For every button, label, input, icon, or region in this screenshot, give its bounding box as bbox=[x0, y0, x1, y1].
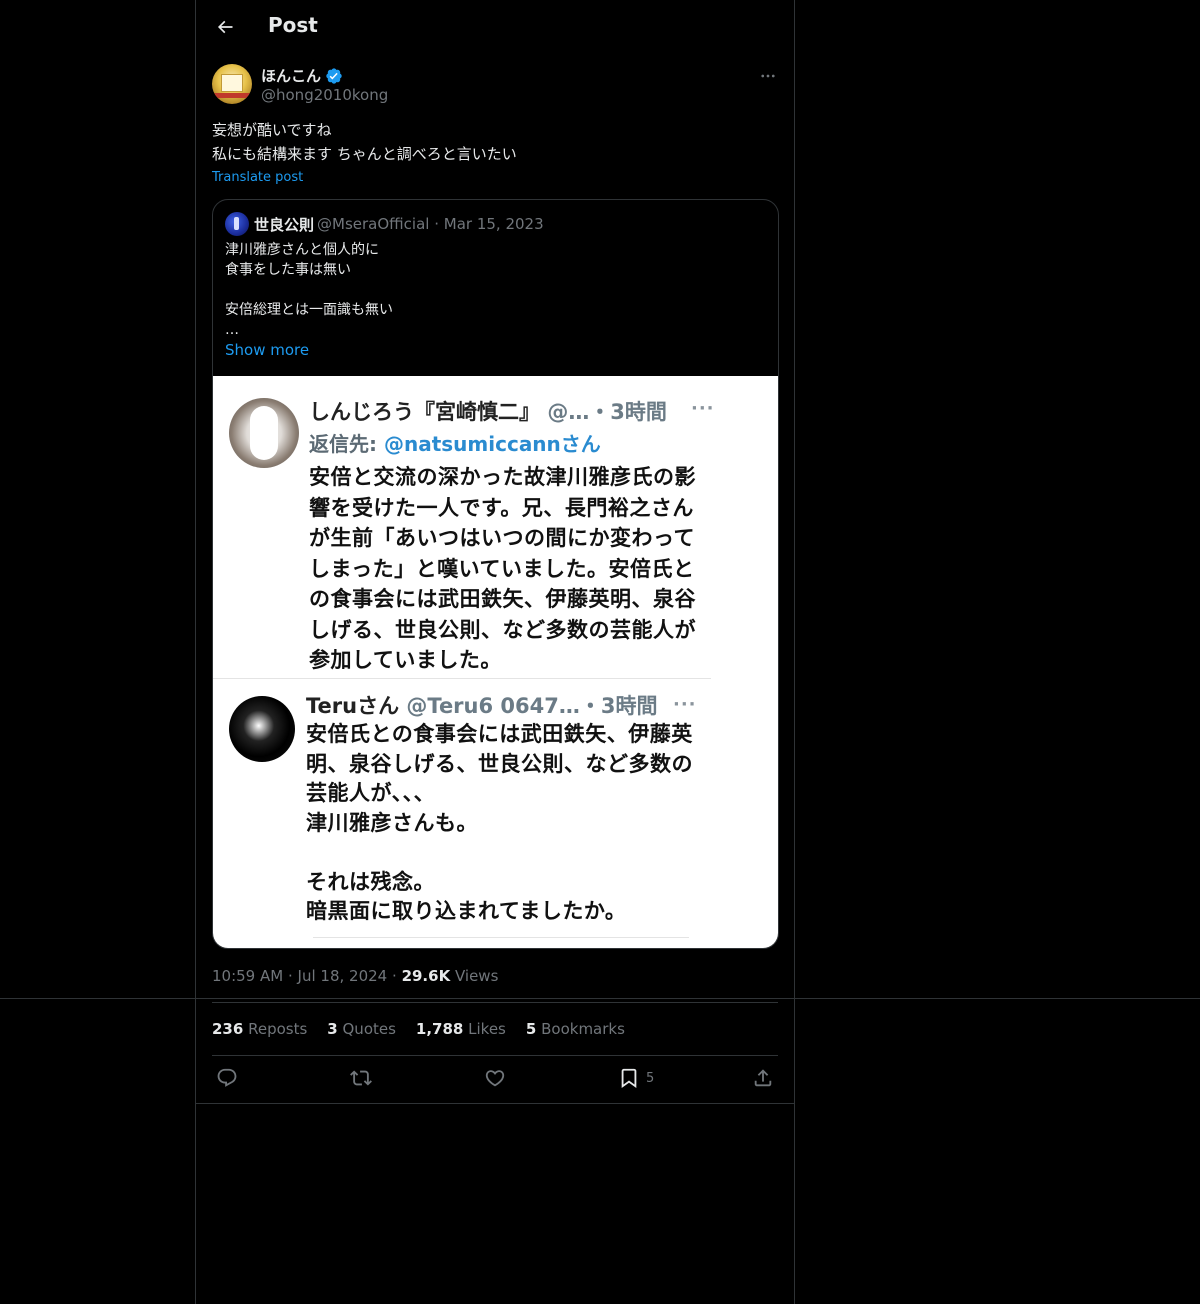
post-time[interactable]: 10:59 AM bbox=[212, 967, 283, 985]
divider bbox=[212, 1055, 778, 1056]
reposts-stat[interactable]: 236 Reposts bbox=[212, 1020, 307, 1038]
screenshot-divider bbox=[313, 937, 689, 938]
repost-icon bbox=[350, 1070, 372, 1086]
more-options-button[interactable] bbox=[756, 64, 780, 88]
page-title: Post bbox=[268, 13, 318, 37]
author-name-row[interactable]: ほんこん bbox=[261, 65, 343, 86]
bookmarks-count: 5 bbox=[525, 1020, 537, 1038]
quoted-post[interactable]: 世良公則 @MseraOfficial · Mar 15, 2023 津川雅彦さ… bbox=[212, 199, 779, 949]
repost-button[interactable] bbox=[350, 1067, 372, 1089]
divider bbox=[212, 1002, 778, 1003]
quoted-author-name: 世良公則 bbox=[254, 216, 315, 234]
verified-badge-icon bbox=[326, 67, 342, 84]
screenshot-tweet1-body: 安倍と交流の深かった故津川雅彦氏の影 響を受けた一人です。兄、長門裕之さん が生… bbox=[309, 465, 696, 672]
screenshot-tweet2-handle-time: @Teru6 0647…・3時間 bbox=[406, 694, 658, 718]
meta-separator: · bbox=[287, 967, 293, 985]
screenshot-reply-suffix: さん bbox=[560, 432, 601, 456]
quotes-label: Quotes bbox=[342, 1020, 396, 1038]
bookmarks-stat[interactable]: 5 Bookmarks bbox=[526, 1020, 625, 1038]
screenshot-reply-mention: @natsumiccann bbox=[383, 432, 561, 456]
show-more-link[interactable]: Show more bbox=[225, 341, 309, 359]
screenshot-more-icon: ··· bbox=[691, 398, 715, 419]
reposts-label: Reposts bbox=[248, 1020, 308, 1038]
screenshot-tweet1-handle-time: @…・3時間 bbox=[547, 400, 667, 424]
quoted-author-avatar bbox=[225, 212, 249, 236]
author-avatar[interactable] bbox=[212, 64, 252, 104]
views-label: Views bbox=[454, 967, 499, 985]
post-stats: 236 Reposts 3 Quotes 1,788 Likes 5 Bookm… bbox=[212, 1020, 625, 1038]
bookmarks-label: Bookmarks bbox=[541, 1020, 625, 1038]
share-icon bbox=[754, 1069, 772, 1087]
reply-icon bbox=[217, 1068, 237, 1087]
bookmark-icon bbox=[621, 1068, 637, 1089]
meta-separator: · bbox=[434, 215, 439, 233]
screenshot-tweet1-name: しんじろう『宮崎慎二』 bbox=[309, 400, 540, 424]
screenshot-avatar bbox=[229, 696, 295, 762]
back-button[interactable] bbox=[208, 10, 242, 44]
meta-separator: · bbox=[392, 967, 397, 985]
screenshot-reply-to: 返信先: @natsumiccannさん bbox=[309, 428, 601, 457]
screenshot-divider bbox=[213, 678, 711, 679]
views-count: 29.6K bbox=[401, 967, 451, 985]
quoted-author-meta: @MseraOfficial · Mar 15, 2023 bbox=[317, 215, 544, 233]
main-column: Post ほんこん @hong2010kong 妄想が酷いですね 私にも結構来ま… bbox=[195, 0, 795, 1304]
bookmark-count: 5 bbox=[646, 1070, 655, 1086]
page-header: Post bbox=[196, 0, 796, 54]
screenshot-more-icon: ··· bbox=[673, 694, 697, 715]
screenshot-tweet2-body: 安倍氏との食事会には武田鉄矢、伊藤英 明、泉谷しげる、世良公則、など多数の 芸能… bbox=[306, 722, 693, 923]
screenshot-reply-prefix: 返信先: bbox=[309, 432, 377, 456]
post-timestamp-views: 10:59 AM · Jul 18, 2024 · 29.6K Views bbox=[212, 967, 498, 985]
screenshot-tweet2-header: Teruさん @Teru6 0647…・3時間 bbox=[306, 690, 657, 720]
translate-post-link[interactable]: Translate post bbox=[212, 170, 303, 185]
post-text: 妄想が酷いですね 私にも結構来ます ちゃんと調べろと言いたい bbox=[212, 121, 517, 163]
screenshot-tweet2-name: Teruさん bbox=[306, 694, 400, 718]
reposts-count: 236 bbox=[212, 1020, 244, 1038]
reply-button[interactable] bbox=[216, 1067, 238, 1089]
post-date[interactable]: Jul 18, 2024 bbox=[298, 967, 388, 985]
horizontal-rule bbox=[195, 1103, 795, 1104]
quoted-author-handle: @MseraOfficial bbox=[317, 215, 430, 233]
quotes-stat[interactable]: 3 Quotes bbox=[327, 1020, 396, 1038]
heart-icon bbox=[485, 1070, 505, 1087]
horizontal-rule bbox=[0, 998, 1200, 999]
likes-label: Likes bbox=[468, 1020, 506, 1038]
bookmark-button[interactable]: 5 bbox=[618, 1067, 654, 1089]
quoted-post-image[interactable]: しんじろう『宮崎慎二』 @…・3時間 ··· 返信先: @natsumiccan… bbox=[213, 376, 778, 948]
like-button[interactable] bbox=[484, 1067, 506, 1089]
quoted-post-date: Mar 15, 2023 bbox=[443, 215, 544, 233]
likes-count: 1,788 bbox=[415, 1020, 464, 1038]
quotes-count: 3 bbox=[327, 1020, 338, 1038]
action-bar: 5 bbox=[212, 1063, 778, 1095]
screenshot-tweet1-header: しんじろう『宮崎慎二』 @…・3時間 bbox=[309, 396, 667, 426]
author-handle[interactable]: @hong2010kong bbox=[261, 86, 388, 104]
likes-stat[interactable]: 1,788 Likes bbox=[416, 1020, 506, 1038]
author-display-name: ほんこん bbox=[261, 67, 322, 85]
screenshot-avatar bbox=[229, 398, 299, 468]
arrow-left-icon bbox=[217, 20, 233, 34]
quoted-post-text: 津川雅彦さんと個人的に 食事をした事は無い 安倍総理とは一面識も無い … bbox=[225, 242, 393, 338]
share-button[interactable] bbox=[752, 1067, 774, 1089]
more-dots-icon bbox=[761, 74, 775, 78]
